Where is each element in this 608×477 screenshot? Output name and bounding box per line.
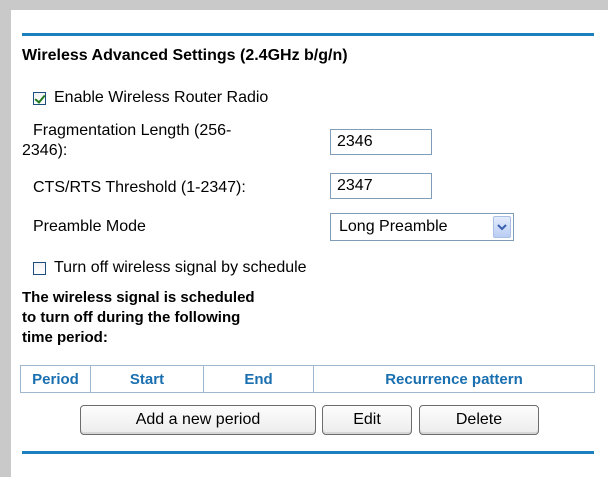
schedule-toggle-row[interactable]: Turn off wireless signal by schedule xyxy=(33,258,307,278)
top-divider xyxy=(22,33,594,36)
bottom-divider xyxy=(22,451,594,454)
schedule-checkbox[interactable] xyxy=(33,261,46,275)
section-title: Wireless Advanced Settings (2.4GHz b/g/n… xyxy=(22,47,348,64)
cts-rts-input[interactable]: 2347 xyxy=(330,173,432,199)
schedule-description: The wireless signal is scheduled to turn… xyxy=(22,288,342,348)
preamble-select[interactable]: Long Preamble xyxy=(330,213,514,241)
column-header-recurrence: Recurrence pattern xyxy=(313,365,595,393)
schedule-description-line: time period: xyxy=(22,329,108,346)
schedule-description-line: to turn off during the following xyxy=(22,309,241,326)
table-header-row: Period Start End Recurrence pattern xyxy=(20,365,595,393)
fragmentation-label-line1: Fragmentation Length (256- xyxy=(33,122,232,139)
column-header-start: Start xyxy=(90,365,204,393)
preamble-selected-value: Long Preamble xyxy=(339,218,448,235)
add-period-button[interactable]: Add a new period xyxy=(80,405,316,435)
cts-rts-label: CTS/RTS Threshold (1-2347): xyxy=(33,179,246,196)
fragmentation-label-line2: 2346): xyxy=(22,142,68,159)
column-header-period: Period xyxy=(20,365,91,393)
window-left-border xyxy=(0,0,11,477)
schedule-description-line: The wireless signal is scheduled xyxy=(22,289,255,306)
enable-radio-label: Enable Wireless Router Radio xyxy=(54,89,269,106)
schedule-table: Period Start End Recurrence pattern xyxy=(20,365,595,393)
fragmentation-input[interactable]: 2346 xyxy=(330,129,432,155)
schedule-toggle-label: Turn off wireless signal by schedule xyxy=(54,259,307,276)
enable-radio-checkbox[interactable] xyxy=(33,91,46,105)
delete-button[interactable]: Delete xyxy=(419,405,539,435)
column-header-end: End xyxy=(203,365,314,393)
chevron-down-icon[interactable] xyxy=(493,216,511,238)
edit-button[interactable]: Edit xyxy=(322,405,412,435)
enable-radio-row[interactable]: Enable Wireless Router Radio xyxy=(33,88,268,108)
preamble-label: Preamble Mode xyxy=(33,218,146,235)
window-top-border xyxy=(0,0,608,10)
